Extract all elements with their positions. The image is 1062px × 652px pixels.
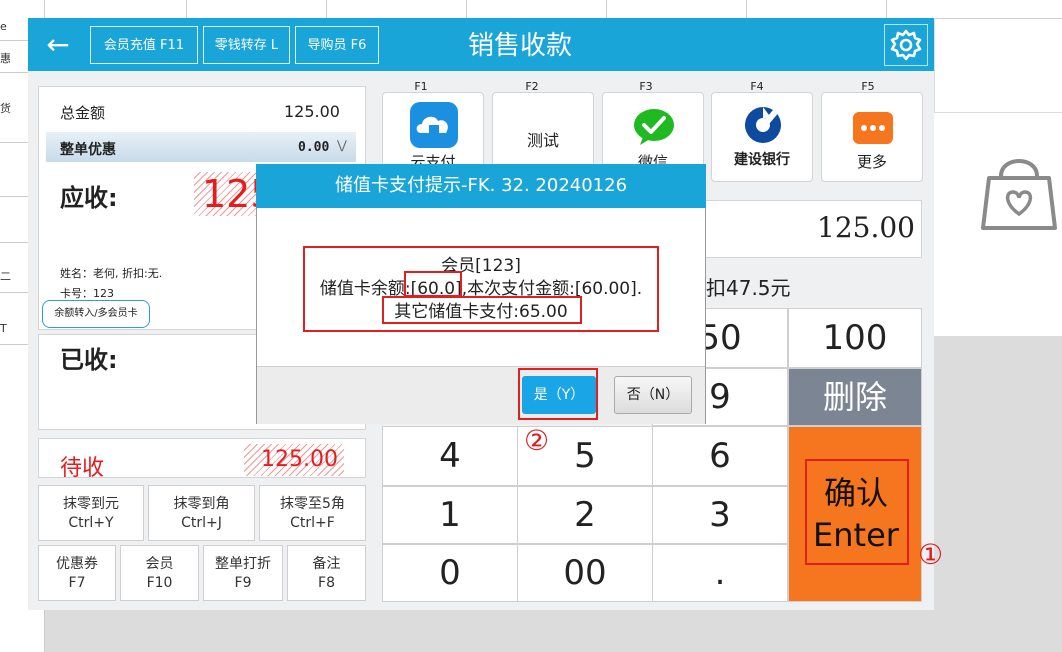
- shopping-bag-heart-icon: [981, 159, 1057, 230]
- bg-product-cell: [44, 0, 188, 19]
- bg-product-cell: [606, 0, 748, 19]
- pending-value-box: 125.00: [244, 444, 344, 476]
- confirm-label: 确认: [823, 474, 888, 512]
- bg-left-text: T: [0, 322, 7, 335]
- bg-left-text: 惠: [0, 52, 11, 65]
- round-to-yuan-label: 抹零到元: [63, 496, 119, 512]
- coupon-label: 优惠券: [56, 556, 98, 572]
- order-discount-key: F9: [234, 575, 252, 591]
- key-3[interactable]: 3: [652, 486, 788, 544]
- delete-button[interactable]: 删除: [788, 368, 922, 426]
- more-label: 更多: [856, 153, 887, 171]
- round-to-jiao-label: 抹零到角: [173, 496, 230, 512]
- member-button[interactable]: 会员 F10: [120, 545, 199, 601]
- bg-left-rule: [0, 72, 28, 73]
- bg-left-text: e: [0, 20, 7, 33]
- coupon-button[interactable]: 优惠券 F7: [38, 545, 116, 601]
- bg-product-cell: [466, 0, 608, 19]
- back-arrow-icon[interactable]: ←: [40, 28, 76, 62]
- test-label: 测试: [526, 131, 559, 150]
- member-key: F10: [146, 575, 173, 591]
- payment-ccb[interactable]: 建设银行: [711, 92, 813, 182]
- order-discount-label: 整单打折: [215, 556, 271, 572]
- bg-left-rule: [0, 40, 28, 41]
- discount-note: 扣47.5元: [706, 276, 791, 300]
- key-2[interactable]: 2: [517, 486, 653, 544]
- multi-card-button[interactable]: 余额转入/多会员卡: [42, 300, 150, 328]
- round-to-half-label: 抹零至5角: [280, 496, 345, 512]
- remark-key: F8: [318, 575, 335, 591]
- balance-highlight: [404, 271, 462, 297]
- remark-button[interactable]: 备注 F8: [287, 545, 366, 601]
- round-to-jiao-key: Ctrl+J: [181, 515, 222, 531]
- round-to-yuan-key: Ctrl+Y: [68, 515, 114, 531]
- member-card: 卡号：123: [60, 287, 114, 300]
- page-title: 销售收款: [467, 31, 572, 61]
- member-label: 会员: [145, 556, 174, 572]
- bg-left-rule: [0, 142, 28, 143]
- ccb-icon: [745, 107, 781, 143]
- confirm-key: Enter: [813, 516, 899, 554]
- key-100[interactable]: 100: [788, 308, 922, 368]
- bg-left-rule: [0, 344, 28, 345]
- key-0[interactable]: 0: [382, 544, 518, 602]
- bg-divider: [934, 18, 935, 112]
- pending-label: 待收: [60, 456, 105, 481]
- due-label: 应收:: [60, 184, 118, 212]
- bg-left-rule: [0, 292, 28, 293]
- order-discount-button[interactable]: 整单打折 F9: [203, 545, 283, 601]
- round-to-jiao-button[interactable]: 抹零到角 Ctrl+J: [148, 485, 255, 541]
- remark-label: 备注: [312, 556, 341, 572]
- payment-more[interactable]: 更多: [821, 92, 923, 182]
- round-to-half-key: Ctrl+F: [290, 515, 335, 531]
- round-to-half-button[interactable]: 抹零至5角 Ctrl+F: [259, 485, 366, 541]
- key-1[interactable]: 1: [382, 486, 518, 544]
- key-dot[interactable]: .: [652, 544, 788, 602]
- pending-value: 125.00: [261, 447, 338, 472]
- due-value-box: 125.00: [194, 172, 258, 216]
- coupon-key: F7: [68, 575, 86, 591]
- key-4[interactable]: 4: [382, 426, 518, 486]
- bg-left-text: 货: [0, 102, 11, 115]
- no-button[interactable]: 否（N）: [614, 376, 692, 414]
- discount-label: 整单优惠: [60, 142, 116, 158]
- chevron-down-icon: ⋁: [337, 138, 347, 152]
- gear-icon[interactable]: [884, 24, 928, 66]
- key-6[interactable]: 6: [652, 426, 788, 486]
- bg-left-rule: [0, 196, 28, 197]
- other-card-highlight: [382, 296, 582, 324]
- round-to-yuan-button[interactable]: 抹零到元 Ctrl+Y: [38, 485, 144, 541]
- received-label: 已收:: [60, 346, 118, 374]
- bg-product-cell: [326, 0, 468, 19]
- bg-product-cell: [746, 0, 888, 19]
- step-2-marker: ②: [524, 424, 550, 457]
- member-recharge-button[interactable]: 会员充值 F11: [90, 26, 198, 64]
- bg-divider: [934, 112, 1062, 113]
- bg-left-text: 二: [0, 270, 11, 283]
- total-label: 总金额: [60, 104, 106, 122]
- cloud-pay-icon: [410, 102, 458, 148]
- salesperson-button[interactable]: 导购员 F6: [295, 26, 379, 64]
- bg-product-cell: [186, 0, 328, 19]
- confirm-enter-button[interactable]: 确认 Enter: [788, 426, 922, 602]
- total-value: 125.00: [284, 102, 340, 121]
- bg-left-rule: [0, 242, 28, 243]
- wechat-icon: [634, 109, 674, 145]
- step-1-marker: ①: [918, 538, 944, 571]
- key-00[interactable]: 00: [517, 544, 653, 602]
- dialog-title: 储值卡支付提示-FK. 32. 20240126: [256, 164, 706, 208]
- member-name: 姓名：老何, 折扣:无.: [60, 267, 163, 280]
- yes-button-highlight: [518, 368, 598, 420]
- bg-product-cell: [886, 0, 1062, 19]
- change-deposit-button[interactable]: 零钱转存 L: [203, 26, 290, 64]
- discount-value: 0.00: [298, 140, 330, 155]
- more-icon: [853, 112, 893, 144]
- ccb-label: 建设银行: [734, 152, 790, 168]
- due-value: 125.00: [202, 172, 258, 216]
